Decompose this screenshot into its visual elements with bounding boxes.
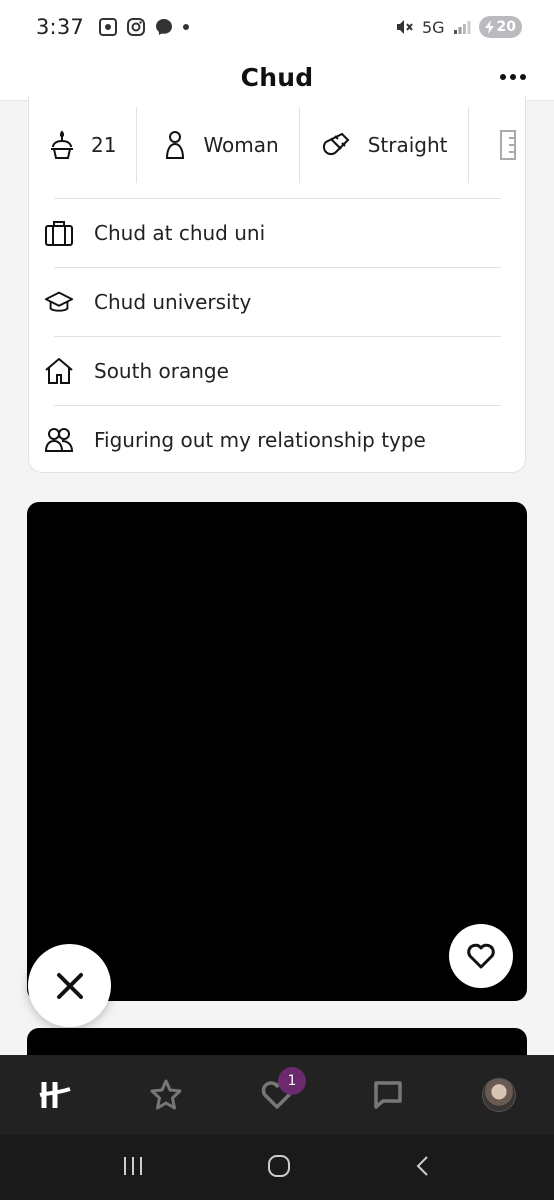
info-row-hometown-label: South orange	[94, 359, 229, 383]
info-row-relationship-label: Figuring out my relationship type	[94, 428, 426, 452]
more-dot-icon	[520, 74, 526, 80]
notification-dot-icon	[182, 24, 189, 30]
star-icon	[150, 1079, 182, 1110]
back-chevron-icon	[416, 1155, 429, 1176]
more-options-button[interactable]	[500, 65, 526, 89]
vital-age-label: 21	[91, 133, 117, 157]
heart-icon	[467, 943, 495, 969]
vital-age: 21	[29, 107, 138, 183]
recent-apps-button[interactable]	[121, 1155, 145, 1181]
vital-gender-label: Woman	[203, 133, 279, 157]
charging-bolt-icon	[484, 20, 494, 34]
info-list: Chud at chud uni Chud university South o…	[44, 198, 501, 474]
bottom-nav: 1	[0, 1055, 554, 1135]
like-photo-button[interactable]	[449, 924, 513, 988]
network-label: 5G	[421, 17, 445, 37]
hinge-logo-icon	[39, 1082, 72, 1108]
vital-gender: Woman	[137, 107, 300, 183]
home-icon	[45, 358, 73, 384]
people-icon	[44, 428, 74, 452]
vital-sexuality-label: Straight	[367, 133, 448, 157]
back-button[interactable]	[413, 1154, 433, 1182]
vital-sexuality: Straight	[300, 107, 469, 183]
app-header: Chud	[0, 54, 554, 101]
info-row-job: Chud at chud uni	[45, 198, 501, 267]
nav-matches[interactable]	[358, 1065, 418, 1125]
home-circle-icon	[267, 1154, 290, 1177]
chat-bubble-icon	[374, 1081, 402, 1109]
recent-apps-icon	[123, 1156, 142, 1175]
home-button[interactable]	[266, 1153, 292, 1183]
vitals-row[interactable]: 21 Woman Straight	[29, 106, 526, 184]
info-row-job-label: Chud at chud uni	[94, 221, 266, 245]
person-icon	[166, 131, 185, 159]
system-nav-bar	[0, 1135, 554, 1200]
birthday-cake-icon	[51, 130, 73, 159]
ruler-icon	[499, 130, 516, 160]
info-row-hometown: South orange	[45, 336, 501, 405]
mute-icon	[396, 20, 413, 34]
nav-likes-you[interactable]: 1	[247, 1065, 307, 1125]
more-dot-icon	[500, 74, 506, 80]
screenshot-icon	[98, 18, 117, 36]
status-bar: 3:37 5G 20	[0, 0, 554, 54]
info-row-school-label: Chud university	[94, 290, 252, 314]
nav-profile[interactable]	[469, 1065, 529, 1125]
nav-discover[interactable]	[25, 1065, 85, 1125]
page-title: Chud	[240, 62, 314, 92]
close-icon	[56, 972, 83, 999]
battery-indicator: 20	[478, 16, 522, 38]
likes-badge: 1	[277, 1067, 306, 1095]
info-row-relationship: Figuring out my relationship type	[44, 405, 501, 474]
instagram-icon	[126, 18, 145, 36]
magnet-icon	[322, 132, 350, 156]
vital-height	[469, 107, 526, 183]
status-time: 3:37	[36, 15, 84, 39]
nav-standouts[interactable]	[136, 1065, 196, 1125]
messenger-icon	[155, 19, 172, 35]
signal-icon	[453, 21, 471, 34]
battery-level: 20	[496, 19, 516, 35]
graduation-cap-icon	[44, 291, 74, 312]
info-row-school: Chud university	[44, 267, 501, 336]
profile-info-card: 21 Woman Straight Chud at chud uni Chud …	[28, 96, 526, 473]
profile-photo	[27, 502, 527, 1001]
skip-button[interactable]	[28, 944, 111, 1027]
more-dot-icon	[510, 74, 516, 80]
avatar	[481, 1078, 516, 1112]
briefcase-icon	[45, 221, 73, 246]
